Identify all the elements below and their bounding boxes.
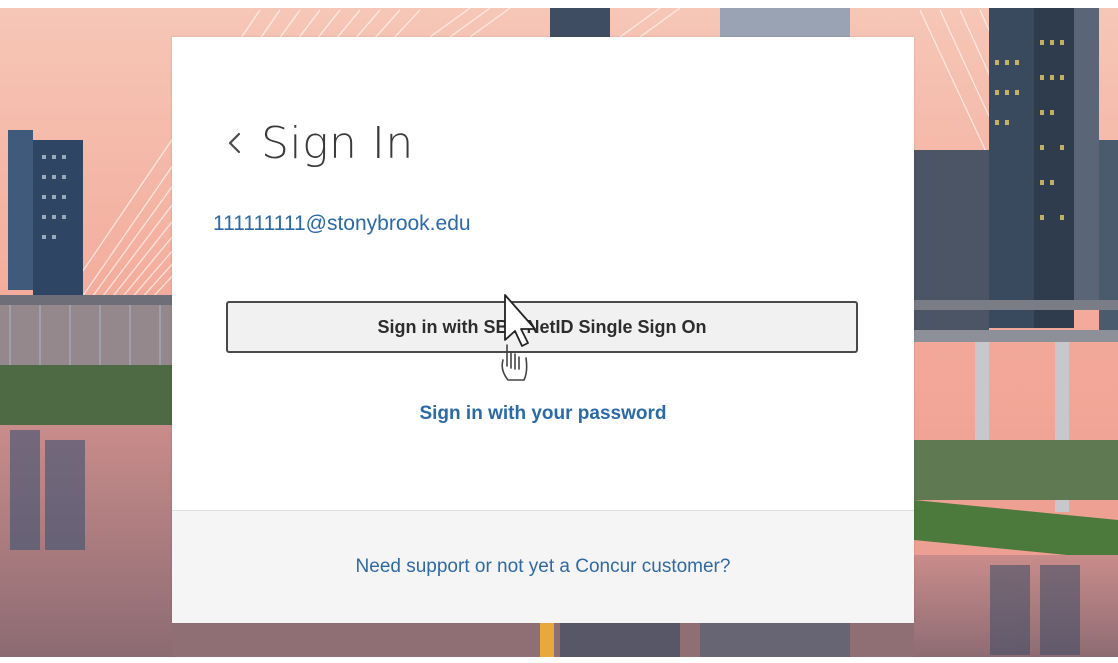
user-email-link[interactable]: 111111111@stonybrook.edu xyxy=(213,212,471,236)
card-header: Sign In xyxy=(225,113,414,173)
chevron-left-icon[interactable] xyxy=(225,125,253,161)
card-footer: Need support or not yet a Concur custome… xyxy=(172,510,914,623)
password-sign-in-link[interactable]: Sign in with your password xyxy=(172,403,914,425)
top-caption-strip xyxy=(0,0,1118,8)
sign-in-card: Sign In 111111111@stonybrook.edu Sign in… xyxy=(172,37,914,623)
sso-sign-in-button[interactable]: Sign in with SBU NetID Single Sign On xyxy=(226,301,858,353)
page-title: Sign In xyxy=(261,117,414,169)
bottom-border-strip xyxy=(0,657,1118,663)
login-page: Sign In 111111111@stonybrook.edu Sign in… xyxy=(0,0,1118,663)
support-link[interactable]: Need support or not yet a Concur custome… xyxy=(172,556,914,578)
